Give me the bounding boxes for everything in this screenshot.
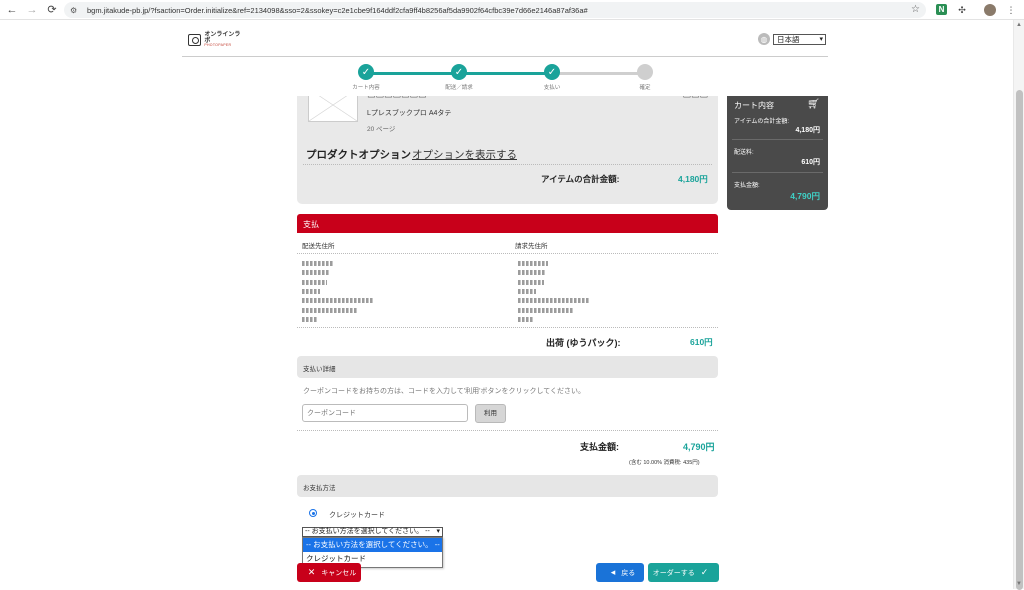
divider bbox=[297, 430, 718, 431]
header-divider bbox=[182, 56, 828, 57]
billing-address-label: 請求先住所 bbox=[515, 243, 548, 250]
scroll-down-icon[interactable]: ▼ bbox=[1016, 581, 1022, 587]
coupon-instructions: クーポンコードをお持ちの方は、コードを入力して'利用'ボタンをクリックしてくださ… bbox=[303, 388, 586, 395]
coupon-input[interactable] bbox=[302, 404, 468, 422]
payment-method-header: お支払方法 bbox=[297, 475, 718, 497]
check-icon: ✓ bbox=[451, 64, 467, 80]
back-arrow-icon[interactable]: ← bbox=[2, 0, 22, 20]
check-icon: ✓ bbox=[700, 567, 709, 577]
check-icon: ✓ bbox=[358, 64, 374, 80]
extension-n-icon[interactable]: N bbox=[936, 4, 947, 15]
step-shipping: ✓ 配送／請求 bbox=[429, 64, 489, 91]
scrollbar-thumb[interactable] bbox=[1016, 90, 1023, 590]
scroll-up-icon[interactable]: ▲ bbox=[1016, 22, 1022, 28]
cancel-button[interactable]: ✕ キャンセル bbox=[297, 563, 361, 582]
url-text: bgm.jitakude-pb.jp/?fsaction=Order.initi… bbox=[87, 5, 588, 15]
summary-title: カート内容 bbox=[734, 101, 774, 110]
close-icon: ✕ bbox=[307, 567, 316, 577]
product-thumbnail bbox=[308, 96, 358, 122]
divider bbox=[297, 253, 718, 254]
cart-summary: カート内容 🛒︎ アイテムの合計金額: 4,180円 配送料: 610円 支払金… bbox=[727, 96, 828, 210]
profile-avatar[interactable] bbox=[984, 4, 996, 16]
site-info-icon[interactable]: ⚙ bbox=[70, 6, 79, 15]
shipping-address-label: 配送先住所 bbox=[302, 243, 335, 250]
product-title-cutoff: ▭▭▭▭▭▭▭ bbox=[367, 96, 427, 101]
payment-method-select[interactable]: -- お支払い方法を選択してください。 -- bbox=[302, 527, 443, 537]
apply-coupon-button[interactable]: 利用 bbox=[475, 404, 506, 423]
credit-card-radio-label[interactable]: クレジットカード bbox=[329, 510, 385, 520]
step-confirm: 確定 bbox=[615, 64, 675, 91]
shipping-method-value: 610円 bbox=[690, 337, 713, 347]
step-label: 配送／請求 bbox=[445, 85, 473, 91]
camera-logo-icon bbox=[188, 34, 202, 46]
back-button-label: 戻る bbox=[621, 569, 636, 577]
summary-items-value: 4,180円 bbox=[795, 127, 820, 134]
divider bbox=[732, 139, 823, 140]
divider bbox=[297, 327, 718, 328]
payment-total-label: 支払金額: bbox=[580, 442, 619, 452]
credit-card-radio[interactable] bbox=[309, 509, 317, 517]
items-total-label: アイテムの合計金額: bbox=[541, 174, 620, 184]
cart-icon: 🛒︎ bbox=[807, 99, 820, 110]
browser-menu-icon[interactable]: ⋮ bbox=[1004, 3, 1018, 17]
summary-payment-value: 4,790円 bbox=[790, 191, 820, 201]
summary-items-label: アイテムの合計金額: bbox=[734, 119, 790, 125]
cancel-button-label: キャンセル bbox=[321, 569, 357, 577]
divider bbox=[732, 172, 823, 173]
payment-total-value: 4,790円 bbox=[683, 442, 715, 452]
language-switcher: ◍ 日本語 bbox=[758, 33, 826, 45]
product-options-label: プロダクトオプション bbox=[306, 149, 411, 161]
back-button[interactable]: ◂ 戻る bbox=[596, 563, 644, 582]
product-price-cutoff: ▭▭▭ bbox=[682, 96, 708, 101]
chevron-left-icon: ◂ bbox=[610, 567, 616, 577]
items-total-value: 4,180円 bbox=[678, 174, 708, 184]
bookmark-star-icon[interactable]: ☆ bbox=[911, 4, 920, 15]
check-icon: ✓ bbox=[544, 64, 560, 80]
payment-section-header: 支払 bbox=[297, 214, 718, 233]
checkout-progress: ✓ カート内容 ✓ 配送／請求 ✓ 支払い 確定 bbox=[336, 64, 676, 94]
site-logo[interactable]: オンラインラボ PHOTOPAPER bbox=[188, 32, 244, 48]
show-options-link[interactable]: オプションを表示する bbox=[412, 147, 517, 162]
order-button-label: オーダーする bbox=[652, 569, 695, 577]
step-pending-dot bbox=[637, 64, 653, 80]
shipping-method-label: 出荷 (ゆうパック): bbox=[546, 338, 621, 348]
summary-payment-label: 支払金額: bbox=[734, 183, 760, 189]
globe-icon: ◍ bbox=[758, 33, 770, 45]
address-bar[interactable]: ⚙ bgm.jitakude-pb.jp/?fsaction=Order.ini… bbox=[64, 2, 926, 18]
tax-note: (含む 10.00% 消費税: 435円) bbox=[629, 460, 700, 466]
page-scrollbar[interactable]: ▲ ▼ bbox=[1013, 20, 1024, 590]
reload-icon[interactable]: ⟳ bbox=[42, 0, 62, 20]
step-payment: ✓ 支払い bbox=[522, 64, 582, 91]
payment-details-header: 支払い詳細 bbox=[297, 356, 718, 378]
step-cart: ✓ カート内容 bbox=[336, 64, 396, 91]
place-order-button[interactable]: オーダーする ✓ bbox=[648, 563, 719, 582]
summary-shipping-label: 配送料: bbox=[734, 150, 754, 156]
browser-toolbar: ← → ⟳ ⚙ bgm.jitakude-pb.jp/?fsaction=Ord… bbox=[0, 0, 1024, 20]
dropdown-option[interactable]: -- お支払い方法を選択してください。 -- bbox=[303, 538, 442, 552]
divider bbox=[303, 164, 712, 165]
step-label: 支払い bbox=[543, 85, 561, 91]
step-label: カート内容 bbox=[352, 85, 380, 91]
logo-subtext: PHOTOPAPER bbox=[204, 43, 232, 48]
forward-arrow-icon[interactable]: → bbox=[22, 0, 42, 20]
extensions-puzzle-icon[interactable]: ✣ bbox=[955, 3, 969, 17]
cart-item-panel: ▭▭▭▭▭▭▭ ▭▭▭ Lプレスブックプロ A4タテ 20 ページ プロダクトオ… bbox=[297, 96, 718, 204]
product-pages: 20 ページ bbox=[367, 126, 396, 133]
product-name: Lプレスブックプロ A4タテ bbox=[367, 110, 452, 117]
summary-shipping-value: 610円 bbox=[801, 159, 820, 166]
step-label: 確定 bbox=[639, 85, 651, 91]
language-select[interactable]: 日本語 bbox=[773, 33, 826, 45]
